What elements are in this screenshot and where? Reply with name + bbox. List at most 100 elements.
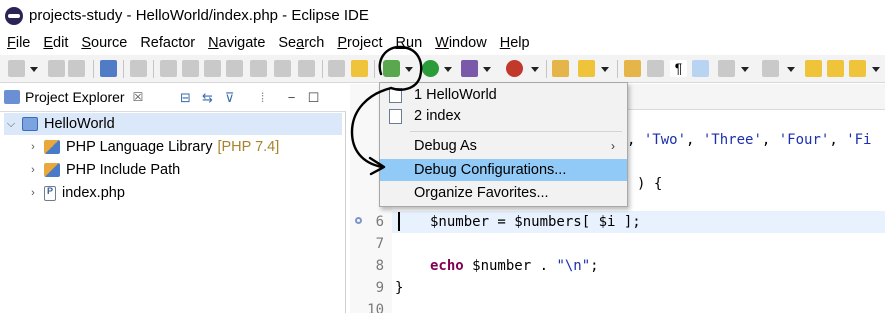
view-menu-icon[interactable]: ⁞ — [255, 90, 270, 105]
forward-icon[interactable] — [827, 60, 844, 77]
resume-icon[interactable] — [160, 60, 177, 77]
run-icon[interactable] — [422, 60, 439, 77]
menu-window[interactable]: Window — [435, 35, 487, 51]
menu-separator — [410, 131, 622, 132]
menu-item-helloworld[interactable]: 1 HelloWorld — [380, 84, 627, 106]
line-number: 9 — [375, 280, 384, 296]
back-icon[interactable] — [805, 60, 822, 77]
external-tools-dropdown-icon[interactable] — [531, 67, 539, 72]
next-annotation-icon[interactable] — [624, 60, 641, 77]
next-edit-icon[interactable] — [718, 60, 735, 77]
collapse-all-icon[interactable]: ⊟ — [178, 90, 193, 105]
highlight-icon[interactable] — [692, 60, 709, 77]
menu-navigate[interactable]: Navigate — [208, 35, 265, 51]
chevron-right-icon[interactable]: › — [26, 141, 40, 153]
menu-run[interactable]: Run — [396, 35, 423, 51]
close-icon[interactable]: ☒ — [133, 90, 144, 104]
chevron-down-icon[interactable]: ⌵ — [4, 118, 18, 131]
debug-dropdown-icon[interactable] — [405, 67, 413, 72]
menu-item-debug-configurations[interactable]: Debug Configurations... — [380, 159, 627, 181]
pencil-icon[interactable] — [578, 60, 595, 77]
debug-dropdown-menu: 1 HelloWorld 2 index Debug As › Debug Co… — [379, 82, 628, 207]
menu-item-debug-as[interactable]: Debug As › — [380, 135, 627, 157]
tree-item-label: index.php — [62, 185, 125, 201]
menu-help[interactable]: Help — [500, 35, 530, 51]
menu-refactor[interactable]: Refactor — [140, 35, 195, 51]
save-all-icon[interactable] — [68, 60, 85, 77]
step-over-icon[interactable] — [274, 60, 291, 77]
chevron-right-icon[interactable]: › — [26, 164, 40, 176]
previous-edit-icon[interactable] — [762, 60, 779, 77]
title-bar: projects-study - HelloWorld/index.php - … — [0, 0, 885, 31]
line-number: 7 — [375, 236, 384, 252]
previous-edit-dropdown-icon[interactable] — [787, 67, 795, 72]
library-icon — [44, 140, 60, 154]
tree-item-index-php[interactable]: › index.php — [26, 182, 125, 204]
menu-item-index[interactable]: 2 index — [380, 105, 627, 127]
disconnect-icon[interactable] — [226, 60, 243, 77]
menu-bar: File Edit Source Refactor Navigate Searc… — [0, 31, 885, 54]
coverage-dropdown-icon[interactable] — [483, 67, 491, 72]
skip-breakpoints-icon[interactable] — [130, 60, 147, 77]
php-file-icon — [389, 87, 402, 103]
step-return-icon[interactable] — [298, 60, 315, 77]
open-folder-icon[interactable] — [552, 60, 569, 77]
eclipse-logo-icon — [5, 6, 23, 25]
tree-item-php-include-path[interactable]: › PHP Include Path — [26, 159, 180, 181]
next-edit-dropdown-icon[interactable] — [741, 67, 749, 72]
pencil-dropdown-icon[interactable] — [601, 67, 609, 72]
code-line-9: } — [395, 280, 404, 296]
coverage-icon[interactable] — [461, 60, 478, 77]
menu-edit[interactable]: Edit — [43, 35, 68, 51]
php-version-note: [PHP 7.4] — [217, 139, 280, 155]
run-dropdown-icon[interactable] — [444, 67, 452, 72]
menu-search[interactable]: Search — [278, 35, 324, 51]
new-dropdown-icon[interactable] — [30, 67, 38, 72]
project-explorer-header: Project Explorer ☒ ⊟ ⇆ ⊽ ⁞ − ☐ — [0, 84, 346, 112]
code-line-8: echo $number . "\n"; — [430, 258, 599, 274]
pilcrow-icon[interactable]: ¶ — [670, 60, 687, 77]
link-with-editor-icon[interactable]: ⇆ — [200, 90, 215, 105]
toolbar-separator — [123, 60, 124, 78]
menu-project[interactable]: Project — [337, 35, 382, 51]
main-toolbar: ¶ — [0, 55, 885, 83]
external-tools-icon[interactable] — [506, 60, 523, 77]
minimize-icon[interactable]: − — [284, 90, 299, 105]
line-number: 10 — [367, 302, 384, 313]
tree-item-php-language-library[interactable]: › PHP Language Library [PHP 7.4] — [26, 136, 279, 158]
back-nav-icon[interactable] — [849, 60, 866, 77]
debug-icon[interactable] — [383, 60, 400, 77]
step-into-icon[interactable] — [250, 60, 267, 77]
previous-annotation-icon[interactable] — [647, 60, 664, 77]
text-cursor — [398, 212, 400, 231]
code-line-for-fragment: ) { — [637, 176, 663, 192]
tree-item-helloworld[interactable]: ⌵ HelloWorld — [4, 113, 342, 135]
project-explorer-icon — [4, 90, 20, 104]
toggle-view-icon[interactable] — [328, 60, 345, 77]
new-icon[interactable] — [8, 60, 25, 77]
tab-project-explorer[interactable]: Project Explorer ☒ — [4, 89, 143, 105]
maximize-icon[interactable]: ☐ — [306, 90, 321, 105]
toolbar-separator — [93, 60, 94, 78]
back-nav-dropdown-icon[interactable] — [872, 67, 880, 72]
line-number: 6 — [375, 214, 384, 230]
suspend-icon[interactable] — [182, 60, 199, 77]
terminal-icon[interactable] — [100, 60, 117, 77]
include-path-icon — [44, 163, 60, 177]
submenu-arrow-icon: › — [611, 139, 615, 153]
toolbar-separator — [374, 60, 375, 78]
php-file-icon — [389, 108, 402, 124]
toolbar-separator — [322, 60, 323, 78]
toolbar-separator — [617, 60, 618, 78]
filter-icon[interactable]: ⊽ — [222, 90, 237, 105]
tab-project-explorer-label: Project Explorer — [25, 89, 125, 105]
chevron-right-icon[interactable]: › — [26, 187, 40, 199]
menu-item-organize-favorites[interactable]: Organize Favorites... — [380, 182, 627, 204]
save-icon[interactable] — [48, 60, 65, 77]
run-last-tool-icon[interactable] — [351, 60, 368, 77]
menu-source[interactable]: Source — [81, 35, 127, 51]
code-line-array-fragment: , 'Two', 'Three', 'Four', 'Fi — [627, 132, 872, 148]
tree-item-label: HelloWorld — [44, 116, 115, 132]
terminate-icon[interactable] — [204, 60, 221, 77]
menu-file[interactable]: File — [7, 35, 30, 51]
